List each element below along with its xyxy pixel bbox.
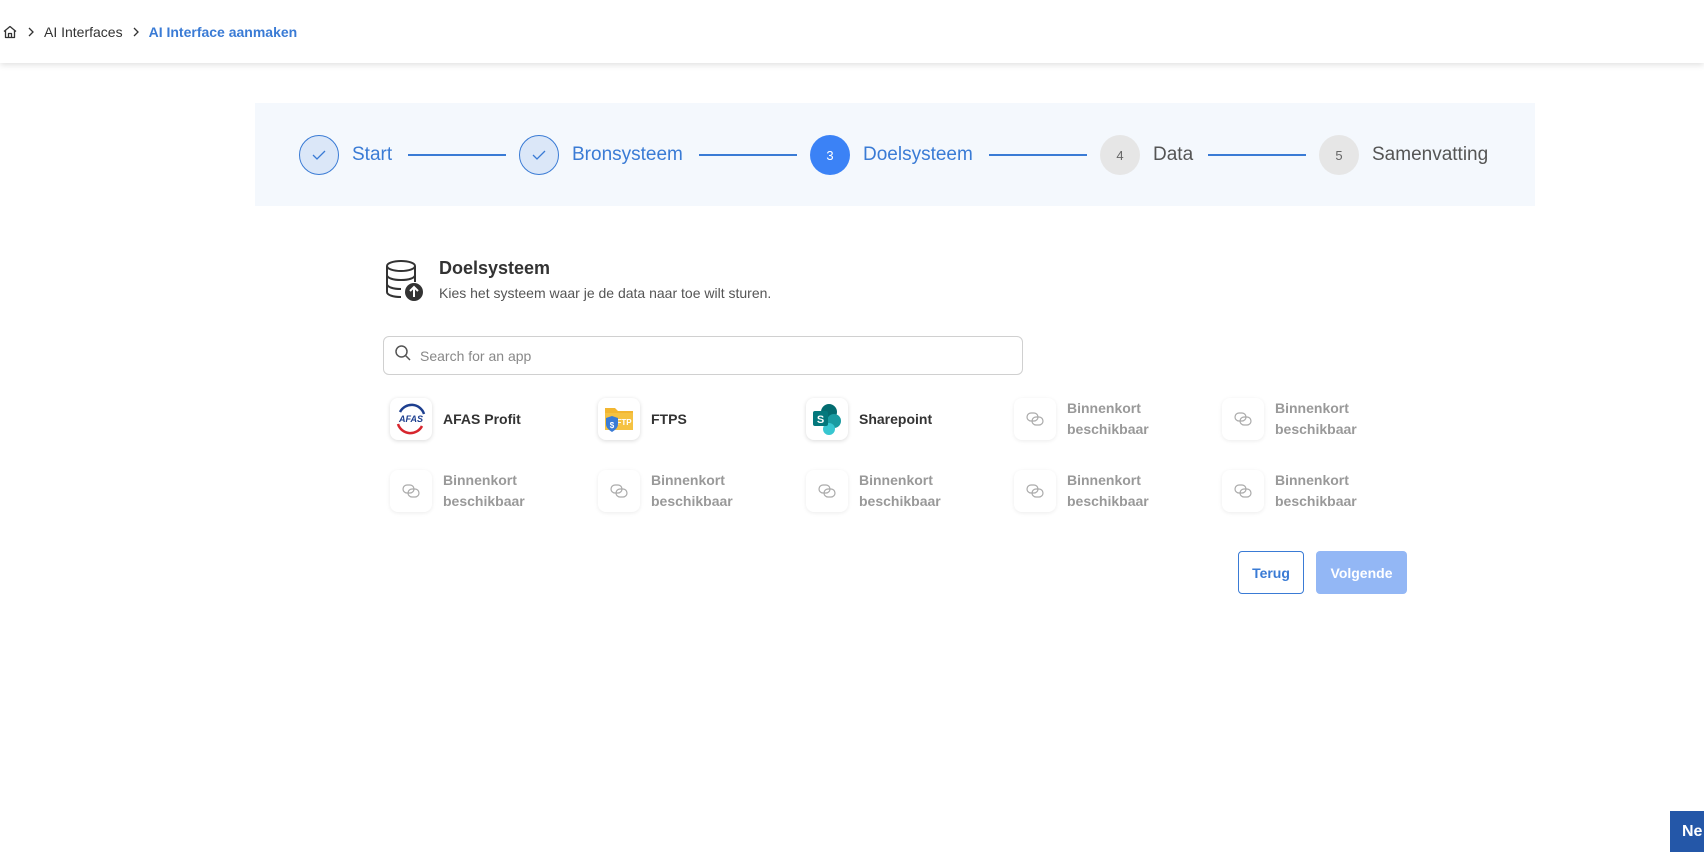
placeholder-app-icon	[390, 470, 432, 512]
step-start[interactable]: Start	[299, 135, 392, 175]
afas-logo-icon: AFAS	[390, 398, 432, 440]
app-tile-ftps[interactable]: FTP $ FTPS	[598, 394, 798, 444]
svg-text:S: S	[817, 414, 824, 426]
section-title: Doelsysteem	[439, 258, 551, 278]
placeholder-app-icon	[1014, 398, 1056, 440]
corner-action-button[interactable]: Ne	[1670, 811, 1704, 852]
step-data[interactable]: 4 Data	[1100, 135, 1193, 175]
top-bar: AI Interfaces AI Interface aanmaken	[0, 0, 1704, 63]
app-tile-sharepoint[interactable]: S Sharepoint	[806, 394, 1006, 444]
search-input[interactable]	[420, 347, 980, 364]
check-icon	[299, 135, 339, 175]
chevron-right-icon	[131, 26, 141, 38]
placeholder-app-icon	[1222, 470, 1264, 512]
placeholder-app-icon	[1222, 398, 1264, 440]
step-connector	[1208, 154, 1306, 156]
app-name: Binnenkort beschikbaar	[651, 472, 733, 509]
app-tile-coming-soon: Binnenkort beschikbaar	[390, 466, 590, 516]
step-doelsysteem[interactable]: 3 Doelsysteem	[810, 135, 973, 175]
corner-button-label: Ne	[1682, 822, 1703, 840]
step-connector	[989, 154, 1087, 156]
search-icon	[394, 344, 412, 367]
app-tile-coming-soon: Binnenkort beschikbaar	[1222, 466, 1422, 516]
app-tile-coming-soon: Binnenkort beschikbaar	[1222, 394, 1422, 444]
step-samenvatting[interactable]: 5 Samenvatting	[1319, 135, 1488, 175]
svg-text:FTP: FTP	[616, 418, 632, 427]
step-connector	[408, 154, 506, 156]
app-tile-coming-soon: Binnenkort beschikbaar	[1014, 466, 1214, 516]
app-name: Binnenkort beschikbaar	[1067, 400, 1149, 437]
app-tile-afas-profit[interactable]: AFAS AFAS Profit	[390, 394, 590, 444]
app-name: Binnenkort beschikbaar	[1275, 400, 1357, 437]
section-subtitle: Kies het systeem waar je de data naar to…	[439, 285, 772, 301]
section-header: Doelsysteem Kies het systeem waar je de …	[384, 258, 771, 302]
back-button[interactable]: Terug	[1238, 551, 1304, 594]
app-name: Binnenkort beschikbaar	[859, 472, 941, 509]
app-name: Binnenkort beschikbaar	[1067, 472, 1149, 509]
app-tile-coming-soon: Binnenkort beschikbaar	[598, 466, 798, 516]
chevron-right-icon	[26, 26, 36, 38]
step-number: 4	[1100, 135, 1140, 175]
step-number: 3	[810, 135, 850, 175]
sharepoint-logo-icon: S	[806, 398, 848, 440]
breadcrumb-item-ai-interfaces[interactable]: AI Interfaces	[44, 24, 123, 40]
breadcrumb: AI Interfaces AI Interface aanmaken	[2, 24, 297, 40]
app-name: FTPS	[651, 410, 687, 427]
placeholder-app-icon	[1014, 470, 1056, 512]
placeholder-app-icon	[806, 470, 848, 512]
wizard-stepper: Start Bronsysteem 3 Doelsysteem 4 Data 5…	[255, 103, 1535, 206]
step-label: Doelsysteem	[863, 144, 973, 165]
step-number: 5	[1319, 135, 1359, 175]
home-icon[interactable]	[2, 24, 18, 40]
app-name: AFAS Profit	[443, 410, 521, 427]
database-upload-icon	[384, 258, 424, 302]
app-tile-coming-soon: Binnenkort beschikbaar	[1014, 394, 1214, 444]
search-box[interactable]	[383, 336, 1023, 375]
app-tile-coming-soon: Binnenkort beschikbaar	[806, 466, 1006, 516]
app-name: Binnenkort beschikbaar	[1275, 472, 1357, 509]
placeholder-app-icon	[598, 470, 640, 512]
step-label: Start	[352, 144, 393, 165]
svg-text:$: $	[610, 421, 615, 430]
step-label: Data	[1153, 144, 1194, 165]
step-label: Bronsysteem	[572, 144, 683, 165]
svg-text:AFAS: AFAS	[398, 414, 423, 424]
app-name: Binnenkort beschikbaar	[443, 472, 525, 509]
check-icon	[519, 135, 559, 175]
breadcrumb-current: AI Interface aanmaken	[148, 23, 298, 40]
step-bronsysteem[interactable]: Bronsysteem	[519, 135, 683, 175]
step-connector	[699, 154, 797, 156]
app-name: Sharepoint	[859, 410, 933, 427]
next-button[interactable]: Volgende	[1316, 551, 1407, 594]
step-label: Samenvatting	[1372, 144, 1489, 165]
ftps-logo-icon: FTP $	[598, 398, 640, 440]
